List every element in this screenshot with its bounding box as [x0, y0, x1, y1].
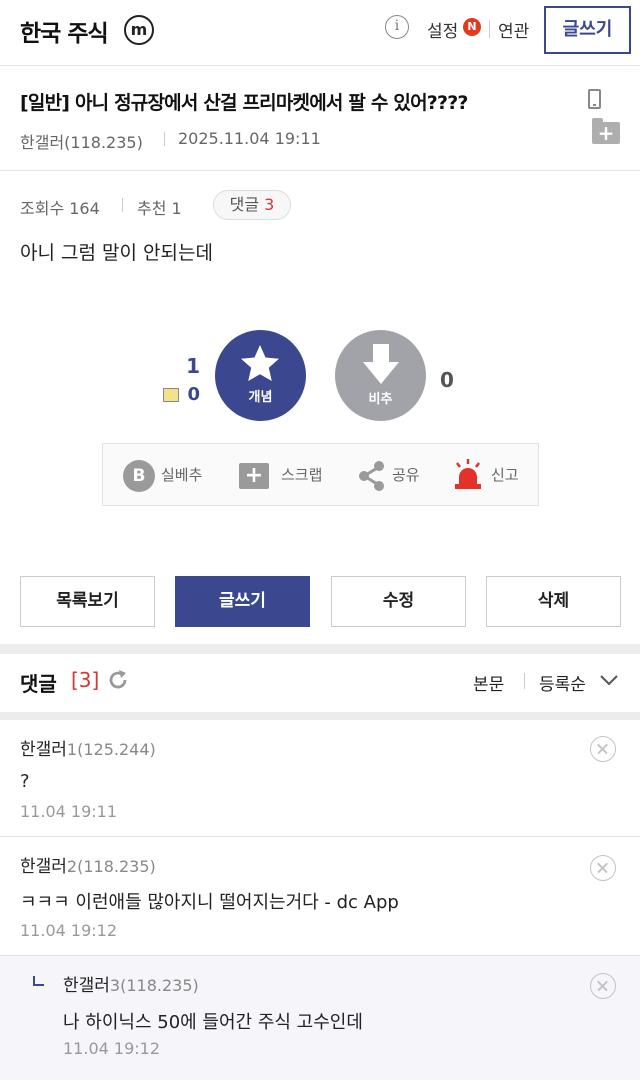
- comment-nick[interactable]: 한갤러3(118.235): [63, 971, 199, 996]
- related-link[interactable]: 연관: [498, 17, 529, 42]
- fixed-recommend-icon: [163, 388, 179, 402]
- gallery-title[interactable]: 한국 주식: [20, 14, 109, 48]
- siren-icon: [455, 459, 481, 489]
- share-label: 공유: [392, 466, 420, 484]
- post-title: [일반] 아니 정규장에서 산걸 프리마켓에서 팔 수 있어????: [20, 92, 468, 114]
- comment-pill-label: 댓글: [229, 195, 260, 214]
- write-button[interactable]: 글쓰기: [175, 576, 310, 627]
- comment-nick[interactable]: 한갤러1(125.244): [20, 735, 156, 760]
- upvote-button[interactable]: 개념: [215, 330, 306, 421]
- comment-delete-icon[interactable]: [590, 973, 616, 999]
- downvote-button[interactable]: 비추: [335, 330, 426, 421]
- top-header: 한국 주식 m i 설정 N 연관 글쓰기: [0, 0, 640, 66]
- comment-nick[interactable]: 한갤러2(118.235): [20, 852, 156, 877]
- refresh-icon[interactable]: [106, 668, 130, 692]
- reply-arrow-icon: [33, 976, 44, 986]
- comment-time: 11.04 19:12: [63, 1039, 160, 1058]
- new-badge: N: [463, 18, 481, 36]
- post-action-bar: B 실베추 + 스크랩 공유 신고: [102, 443, 539, 506]
- list-button[interactable]: 목록보기: [20, 576, 155, 627]
- comments-separator: [0, 712, 640, 720]
- header-divider: [489, 20, 490, 38]
- arrow-down-icon: [363, 344, 399, 384]
- star-icon: [241, 345, 279, 381]
- comments-header-divider: [524, 673, 525, 689]
- comment-text: ㅋㅋㅋ 이런애들 많아지니 떨어지는거다 - dc App: [20, 892, 399, 913]
- info-icon[interactable]: i: [385, 15, 409, 39]
- chevron-down-icon[interactable]: [598, 670, 620, 690]
- upvote-label: 개념: [248, 390, 273, 405]
- stat-divider: [122, 198, 123, 212]
- comment-time: 11.04 19:12: [20, 921, 117, 940]
- goto-body-link[interactable]: 본문: [473, 670, 504, 695]
- comment-ip: (118.235): [77, 857, 156, 876]
- comment-nick-number: 3: [109, 976, 121, 995]
- b-icon: B: [123, 460, 155, 492]
- comments-title: 댓글: [20, 672, 57, 696]
- upvote-count: 1: [186, 354, 200, 378]
- comment-time: 11.04 19:11: [20, 802, 117, 821]
- comment-nick-name: 한갤러: [20, 857, 67, 877]
- comment-ip: (125.244): [77, 740, 156, 759]
- comment-text: 나 하이닉스 50에 들어간 주식 고수인데: [63, 1012, 363, 1033]
- comment-nick-name: 한갤러: [63, 976, 110, 996]
- comment-delete-icon[interactable]: [590, 855, 616, 881]
- share-icon: [359, 461, 384, 491]
- comment-item: 한갤러2(118.235) ㅋㅋㅋ 이런애들 많아지니 떨어지는거다 - dc …: [0, 837, 640, 956]
- comment-pill-count: 3: [264, 195, 275, 214]
- comment-text: ?: [20, 771, 30, 792]
- silbechu-label: 실베추: [161, 466, 203, 484]
- downvote-count: 0: [440, 368, 454, 392]
- downvote-label: 비추: [368, 392, 393, 407]
- comment-ip: (118.235): [120, 976, 199, 995]
- edit-button[interactable]: 수정: [331, 576, 466, 627]
- comment-nick-name: 한갤러: [20, 740, 67, 760]
- comment-item: 한갤러1(125.244) ? 11.04 19:11: [0, 720, 640, 837]
- header-write-button[interactable]: 글쓰기: [544, 6, 631, 54]
- reply-item: 한갤러3(118.235) 나 하이닉스 50에 들어간 주식 고수인데 11.…: [0, 956, 640, 1080]
- comment-delete-icon[interactable]: [590, 736, 616, 762]
- comment-nick-number: 2: [66, 857, 78, 876]
- post-date: 2025.11.04 19:11: [178, 129, 321, 148]
- folder-plus-icon[interactable]: +: [592, 118, 620, 144]
- post-author[interactable]: 한갤러(118.235): [20, 129, 143, 153]
- mobile-gallery-badge: m: [124, 15, 154, 45]
- delete-button[interactable]: 삭제: [486, 576, 621, 627]
- fixed-recommend-count: 0: [187, 384, 200, 405]
- section-separator: [0, 644, 640, 654]
- settings-link[interactable]: 설정: [427, 17, 458, 42]
- comment-count-pill[interactable]: 댓글 3: [213, 190, 291, 220]
- scrap-label: 스크랩: [281, 466, 323, 484]
- sort-order-select[interactable]: 등록순: [539, 670, 586, 695]
- view-count: 조회수 164: [20, 199, 100, 218]
- recommend-count: 추천 1: [137, 199, 182, 218]
- mobile-phone-icon: [588, 89, 601, 109]
- report-label: 신고: [491, 466, 519, 484]
- comment-nick-number: 1: [66, 740, 78, 759]
- scrap-plus-icon: +: [239, 463, 269, 489]
- comments-count: [3]: [71, 668, 100, 692]
- meta-divider: [164, 132, 165, 146]
- post-body: 아니 그럼 말이 안되는데: [20, 242, 213, 264]
- divider: [0, 170, 640, 171]
